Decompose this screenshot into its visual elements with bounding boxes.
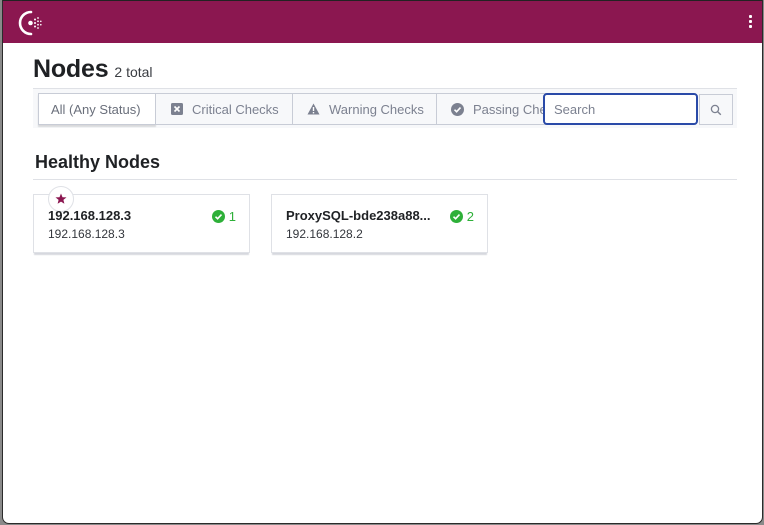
check-circle-icon xyxy=(211,210,225,223)
node-address: 192.168.128.3 xyxy=(48,227,125,241)
section-divider xyxy=(33,179,737,180)
page-header: Nodes 2 total xyxy=(33,55,153,84)
tab-label: Critical Checks xyxy=(192,101,279,117)
passing-checks-badge: 1 xyxy=(211,209,236,224)
passing-count: 1 xyxy=(228,209,236,224)
more-menu-icon[interactable] xyxy=(746,15,754,31)
warning-triangle-icon xyxy=(307,103,320,116)
star-icon xyxy=(55,193,67,204)
tab-label: All (Any Status) xyxy=(51,101,141,117)
consul-logo-icon[interactable] xyxy=(18,10,44,36)
app-window: Nodes 2 total All (Any Status) Critical … xyxy=(2,0,763,524)
tab-label: Warning Checks xyxy=(329,101,424,117)
node-name: 192.168.128.3 xyxy=(48,208,132,223)
passing-checks-badge: 2 xyxy=(449,209,474,224)
check-circle-icon xyxy=(451,102,464,116)
node-card[interactable]: ProxySQL-bde238a88... 192.168.128.2 2 xyxy=(271,194,488,253)
page-title: Nodes xyxy=(33,55,109,83)
tab-warning-checks[interactable]: Warning Checks xyxy=(293,93,437,125)
passing-count: 2 xyxy=(466,209,474,224)
status-filter-bar: All (Any Status) Critical Checks Warning… xyxy=(33,88,737,128)
section-title-healthy-nodes: Healthy Nodes xyxy=(35,152,161,172)
node-name: ProxySQL-bde238a88... xyxy=(286,208,431,223)
search-input[interactable] xyxy=(545,95,696,123)
top-navigation-bar xyxy=(3,0,762,43)
critical-x-square-icon xyxy=(170,103,183,116)
search-icon xyxy=(710,104,722,115)
tab-all-any-status[interactable]: All (Any Status) xyxy=(38,93,156,125)
node-card[interactable]: 192.168.128.3 192.168.128.3 1 xyxy=(33,186,250,253)
node-count: 2 total xyxy=(114,64,153,80)
search-field xyxy=(543,93,698,125)
check-circle-icon xyxy=(449,210,463,223)
search-button[interactable] xyxy=(699,94,733,125)
node-address: 192.168.128.2 xyxy=(286,227,363,241)
tab-critical-checks[interactable]: Critical Checks xyxy=(156,93,293,125)
